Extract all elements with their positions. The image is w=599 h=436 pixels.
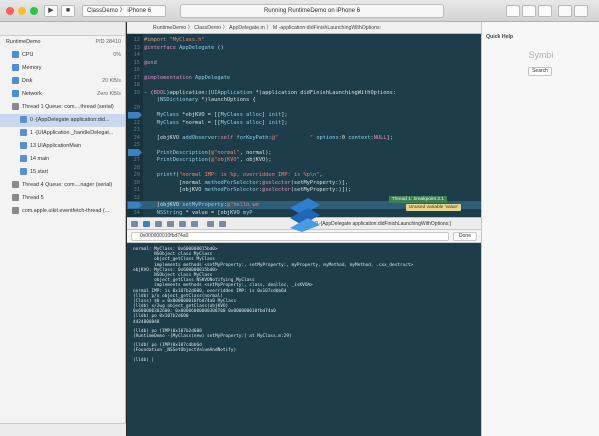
hide-debug-area-icon[interactable] (131, 221, 138, 227)
line-number: 34 (133, 209, 140, 216)
thread-row[interactable]: Thread 4 Queue: com....nager (serial) (0, 179, 125, 192)
step-out-icon[interactable] (191, 221, 198, 227)
no-symbol-placeholder: Symbi (528, 50, 554, 60)
process-pid: PID 28410 (95, 39, 121, 45)
close-window-button[interactable] (6, 7, 14, 15)
gauge-row[interactable]: Network Zero KB/s (0, 88, 125, 101)
row-label: Thread 5 (22, 195, 44, 201)
minimize-window-button[interactable] (18, 7, 26, 15)
stack-frame-row[interactable]: 1 -[UIApplication _handleDelegat... (0, 127, 125, 140)
process-name: RuntimeDemo (6, 39, 41, 45)
row-label: 15 start (30, 169, 48, 175)
stack-frame-row[interactable]: 0 -[AppDelegate application:did... (0, 114, 125, 127)
quick-help-title: Quick Help (486, 34, 514, 40)
step-into-icon[interactable] (179, 221, 186, 227)
row-label: 14 main (30, 156, 50, 162)
breakpoints-toggle-icon[interactable] (143, 221, 150, 227)
gauge-value: 20 KB/s (102, 78, 121, 84)
memory-icon (12, 64, 19, 72)
row-label: 1 -[UIApplication _handleDelegat... (30, 130, 114, 136)
console-line: (lldb) | (133, 357, 155, 363)
row-label: Thread 4 Queue: com....nager (serial) (22, 182, 113, 188)
run-button[interactable]: ▶ (44, 5, 58, 17)
navigator-filter-bar[interactable] (0, 423, 126, 436)
warning-badge: Unused variable 'value' (405, 204, 461, 211)
thread-icon (12, 181, 19, 189)
gauge-row[interactable]: Memory (0, 62, 125, 75)
editor-standard-icon[interactable] (506, 5, 520, 17)
continue-icon[interactable] (155, 221, 162, 227)
device-label: iPhone 6 (127, 8, 152, 14)
gauge-label: Network (22, 91, 42, 97)
gauge-value: Zero KB/s (97, 91, 121, 97)
stack-frame-label[interactable]: 0 -[AppDelegate application:didFinishLau… (315, 218, 451, 230)
source-editor[interactable]: 12 #import "MyClass.h" 13 @interface AppDel… (127, 34, 481, 217)
watermark-logo (290, 198, 320, 232)
editor-version-icon[interactable] (538, 5, 552, 17)
gauge-row[interactable]: CPU 0% (0, 49, 125, 62)
window-toolbar: ▶ ■ ClassDemo 〉 iPhone 6 Running Runtime… (0, 0, 599, 22)
thread-row[interactable]: com.apple.uikit.eventfetch-thread (... (0, 205, 125, 218)
location-icon[interactable] (219, 221, 226, 227)
frame-icon (20, 129, 27, 137)
stop-button[interactable]: ■ (61, 5, 75, 17)
search-documentation-button[interactable]: Search (528, 67, 552, 76)
gauge-row[interactable]: Disk 20 KB/s (0, 75, 125, 88)
row-label: Thread 1 Queue: com....thread (serial) (22, 104, 114, 110)
frame-icon (20, 168, 27, 176)
quick-help-inspector: Quick Help Symbi Search (481, 22, 599, 436)
activity-viewer: Running RuntimeDemo on iPhone 6 (180, 4, 444, 18)
thread-icon (12, 103, 19, 111)
stack-frame-row[interactable]: 15 start (0, 166, 125, 179)
gauge-label: Memory (22, 65, 42, 71)
done-button[interactable]: Done (453, 232, 477, 241)
toggle-navigator-icon[interactable] (558, 5, 572, 17)
stack-frame-row[interactable]: 13 UIApplicationMain (0, 140, 125, 153)
thread-row[interactable]: Thread 5 (0, 192, 125, 205)
frame-icon (20, 155, 27, 163)
editor-assistant-icon[interactable] (522, 5, 536, 17)
cpu-icon (12, 51, 19, 59)
toggle-debug-area-icon[interactable] (574, 5, 588, 17)
step-over-icon[interactable] (167, 221, 174, 227)
row-label: 13 UIApplicationMain (30, 143, 81, 149)
zoom-window-button[interactable] (30, 7, 38, 15)
scheme-selector[interactable]: ClassDemo 〉 iPhone 6 (82, 5, 166, 17)
row-label: com.apple.uikit.eventfetch-thread (... (22, 208, 110, 214)
thread-icon (12, 207, 19, 215)
scheme-label: ClassDemo (87, 8, 119, 14)
stack-frame-row[interactable]: 14 main (0, 153, 125, 166)
process-row[interactable]: RuntimeDemo PID 28410 (0, 36, 125, 49)
gauge-label: CPU (22, 52, 34, 58)
lldb-console[interactable]: normal: MyClass: 0x600000015bd0> NSObjec… (127, 243, 481, 436)
disk-icon (12, 77, 19, 85)
thread-row[interactable]: Thread 1 Queue: com....thread (serial) (0, 101, 125, 114)
frame-icon (20, 142, 27, 150)
editor-jump-bar[interactable]: RuntimeDemo 〉 ClassDemo 〉 AppDelegate.m … (127, 22, 481, 34)
breakpoint-badge: Thread 1: breakpoint 2.1 (388, 196, 447, 203)
navigator-tab-bar[interactable] (0, 22, 125, 36)
gauge-value: 0% (113, 52, 121, 58)
debug-navigator: RuntimeDemo PID 28410 CPU 0% Memory Disk 20 … (0, 22, 126, 436)
row-label: 0 -[AppDelegate application:did... (30, 117, 110, 123)
network-icon (12, 90, 19, 98)
view-debugger-icon[interactable] (207, 221, 214, 227)
frame-icon (20, 116, 27, 124)
gauge-label: Disk (22, 78, 33, 84)
thread-icon (12, 194, 19, 202)
